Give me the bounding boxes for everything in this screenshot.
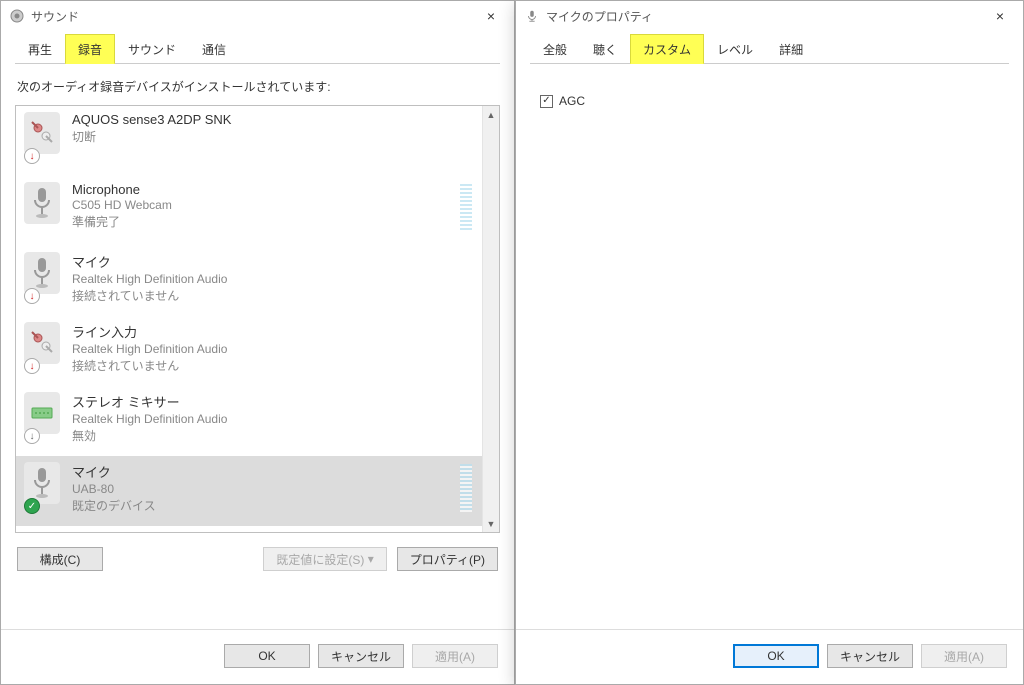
device-desc: Realtek High Definition Audio	[72, 342, 474, 356]
device-item[interactable]: MicrophoneC505 HD Webcam準備完了	[16, 176, 482, 246]
status-overlay-icon: ↓	[24, 428, 40, 444]
tab-listen[interactable]: 聴く	[580, 34, 630, 64]
vu-meter	[460, 464, 472, 512]
vu-meter	[460, 184, 472, 232]
device-name: Microphone	[72, 182, 460, 197]
device-status: 切断	[72, 128, 474, 145]
set-default-button[interactable]: 既定値に設定(S) ▾	[263, 547, 386, 571]
tab-communications[interactable]: 通信	[189, 34, 239, 64]
device-desc: Realtek High Definition Audio	[72, 272, 474, 286]
dialog-footer: OK キャンセル 適用(A)	[1, 629, 514, 684]
close-icon[interactable]: ×	[985, 8, 1015, 24]
tab-levels[interactable]: レベル	[704, 34, 766, 64]
window-title: マイクのプロパティ	[546, 8, 653, 25]
titlebar[interactable]: マイクのプロパティ ×	[516, 1, 1023, 31]
tab-general[interactable]: 全般	[530, 34, 580, 64]
checkbox-icon: ✓	[540, 95, 553, 108]
microphone-icon	[524, 8, 540, 24]
properties-button[interactable]: プロパティ(P)	[397, 547, 498, 571]
apply-button[interactable]: 適用(A)	[921, 644, 1007, 668]
device-desc: UAB-80	[72, 482, 460, 496]
chevron-down-icon: ▾	[368, 552, 374, 566]
scroll-up-icon[interactable]: ▲	[483, 106, 499, 123]
device-icon: ↓	[24, 252, 66, 308]
device-item[interactable]: ✓ マイクUAB-80既定のデバイス	[16, 456, 482, 526]
apply-button[interactable]: 適用(A)	[412, 644, 498, 668]
device-status: 既定のデバイス	[72, 497, 460, 514]
device-name: ライン入力	[72, 322, 474, 341]
cancel-button[interactable]: キャンセル	[827, 644, 913, 668]
tab-recording[interactable]: 録音	[65, 34, 115, 64]
ok-button[interactable]: OK	[733, 644, 819, 668]
device-icon: ↓	[24, 322, 66, 378]
device-list: ↓ AQUOS sense3 A2DP SNK切断 MicrophoneC505 H…	[15, 105, 500, 533]
cancel-button[interactable]: キャンセル	[318, 644, 404, 668]
ok-button[interactable]: OK	[224, 644, 310, 668]
close-icon[interactable]: ×	[476, 8, 506, 24]
device-item[interactable]: ↓ AQUOS sense3 A2DP SNK切断	[16, 106, 482, 176]
device-desc: C505 HD Webcam	[72, 198, 460, 212]
tab-playback[interactable]: 再生	[15, 34, 65, 64]
device-item[interactable]: ↓ マイクRealtek High Definition Audio接続されていま…	[16, 246, 482, 316]
sound-tabs: 再生 録音 サウンド 通信	[15, 33, 500, 64]
device-item[interactable]: ↓ ステレオ ミキサーRealtek High Definition Audio無…	[16, 386, 482, 456]
tab-custom[interactable]: カスタム	[630, 34, 704, 64]
scroll-down-icon[interactable]: ▼	[483, 515, 499, 532]
device-item[interactable]: ↓ ライン入力Realtek High Definition Audio接続されて…	[16, 316, 482, 386]
set-default-label: 既定値に設定(S)	[276, 551, 364, 568]
device-status: 接続されていません	[72, 357, 474, 374]
device-status: 接続されていません	[72, 287, 474, 304]
device-icon: ✓	[24, 462, 66, 518]
sound-dialog: サウンド × 再生 録音 サウンド 通信 次のオーディオ録音デバイスがインストー…	[0, 0, 515, 685]
scrollbar[interactable]: ▲ ▼	[482, 106, 499, 532]
custom-tab-content: ✓ AGC	[530, 64, 1009, 629]
window-title: サウンド	[31, 8, 79, 25]
configure-button[interactable]: 構成(C)	[17, 547, 103, 571]
status-overlay-icon: ↓	[24, 358, 40, 374]
titlebar[interactable]: サウンド ×	[1, 1, 514, 31]
device-status: 準備完了	[72, 213, 460, 230]
device-desc: Realtek High Definition Audio	[72, 412, 474, 426]
device-name: AQUOS sense3 A2DP SNK	[72, 112, 474, 127]
device-status: 無効	[72, 427, 474, 444]
status-overlay-icon: ↓	[24, 148, 40, 164]
mic-properties-dialog: マイクのプロパティ × 全般 聴く カスタム レベル 詳細 ✓ AGC OK キ…	[515, 0, 1024, 685]
tab-advanced[interactable]: 詳細	[766, 34, 816, 64]
device-name: ステレオ ミキサー	[72, 392, 474, 411]
agc-checkbox[interactable]: ✓ AGC	[540, 94, 585, 108]
mic-tabs: 全般 聴く カスタム レベル 詳細	[530, 33, 1009, 64]
instruction-text: 次のオーディオ録音デバイスがインストールされています:	[17, 78, 498, 95]
status-overlay-icon: ↓	[24, 288, 40, 304]
device-name: マイク	[72, 462, 460, 481]
dialog-footer: OK キャンセル 適用(A)	[516, 629, 1023, 684]
speaker-icon	[9, 8, 25, 24]
device-name: マイク	[72, 252, 474, 271]
agc-label: AGC	[559, 94, 585, 108]
device-icon	[24, 182, 66, 238]
tab-sounds[interactable]: サウンド	[115, 34, 189, 64]
device-icon: ↓	[24, 112, 66, 168]
device-icon: ↓	[24, 392, 66, 448]
device-buttons: 構成(C) 既定値に設定(S) ▾ プロパティ(P)	[15, 533, 500, 587]
status-overlay-icon: ✓	[24, 498, 40, 514]
